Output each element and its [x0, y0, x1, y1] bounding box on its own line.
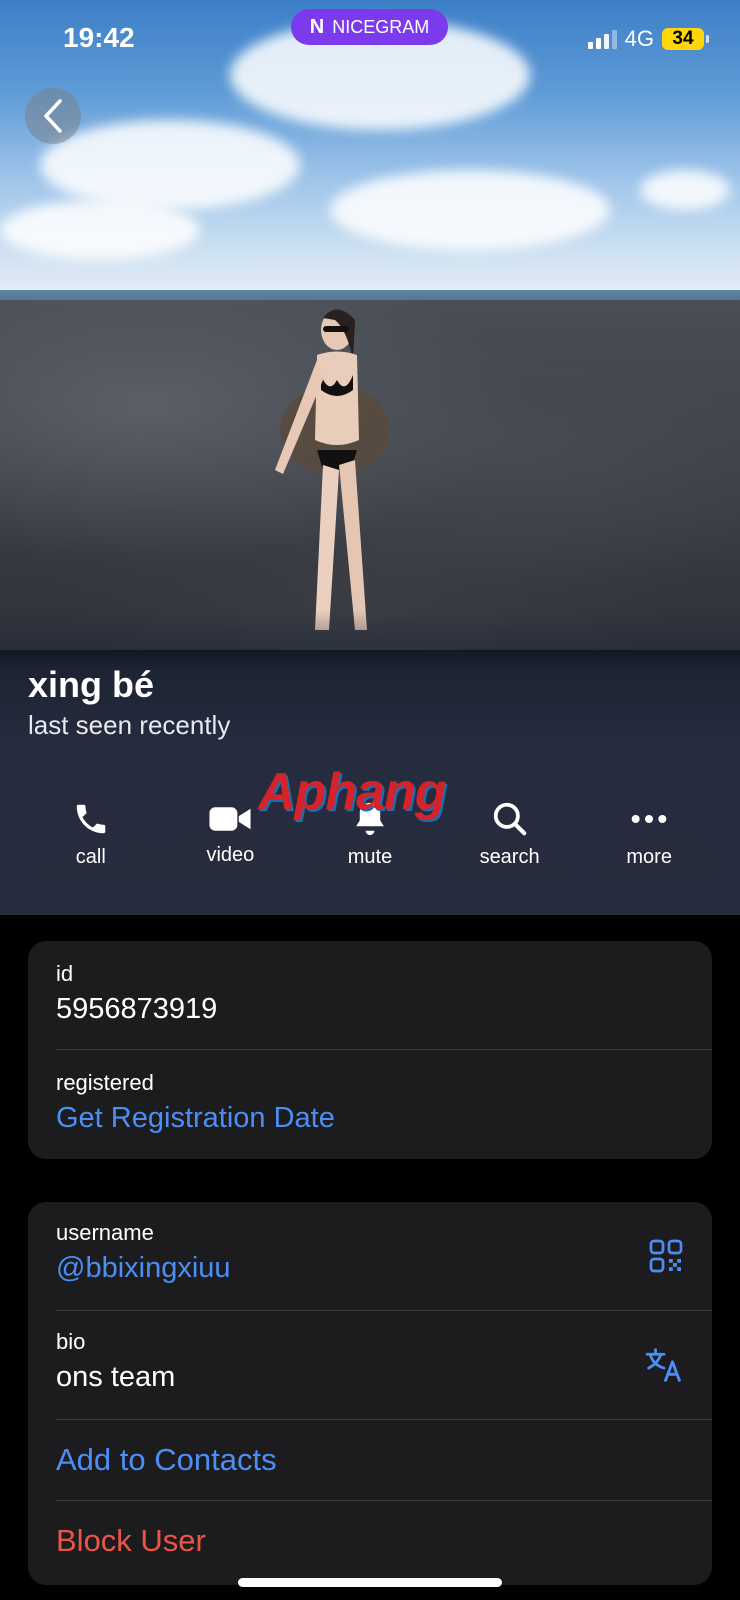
nicegram-badge-label: NICEGRAM: [332, 16, 430, 37]
block-user-row[interactable]: Block User: [28, 1501, 712, 1581]
more-label: more: [626, 845, 672, 868]
registered-label: registered: [56, 1070, 154, 1095]
add-to-contacts-row[interactable]: Add to Contacts: [28, 1420, 712, 1500]
cloud: [640, 170, 730, 210]
chevron-left-icon: [44, 99, 62, 133]
profile-name: xing bé: [28, 664, 155, 705]
status-indicators: 4G 34: [587, 26, 709, 52]
status-time: 19:42: [63, 22, 135, 53]
more-dots-icon: [631, 814, 667, 823]
add-to-contacts-button[interactable]: Add to Contacts: [56, 1442, 277, 1478]
video-label: video: [206, 843, 255, 866]
search-button[interactable]: search: [446, 782, 573, 886]
username-label: username: [56, 1220, 154, 1245]
cloud: [330, 170, 610, 250]
nicegram-badge[interactable]: N NICEGRAM: [291, 9, 448, 45]
signal-strength-icon: [587, 29, 617, 49]
battery-level: 34: [672, 28, 694, 49]
get-registration-date-link[interactable]: Get Registration Date: [56, 1102, 684, 1135]
translate-icon[interactable]: [644, 1346, 684, 1384]
watermark-logo: Aphang: [258, 763, 447, 821]
info-card: id 5956873919 registered Get Registratio…: [28, 941, 712, 1159]
registered-row[interactable]: registered Get Registration Date: [28, 1050, 712, 1159]
cloud: [40, 120, 300, 210]
video-camera-icon: [209, 806, 251, 831]
phone-icon: [76, 804, 106, 833]
username-value[interactable]: @bbixingxiuu: [56, 1252, 684, 1285]
bio-label: bio: [56, 1329, 86, 1354]
home-indicator[interactable]: [238, 1578, 502, 1587]
search-icon: [493, 802, 526, 835]
bio-row[interactable]: bio ons team: [28, 1311, 712, 1419]
battery-icon: 34: [662, 28, 709, 50]
profile-last-seen: last seen recently: [28, 710, 231, 740]
details-card: username @bbixingxiuu bio ons team Add t…: [28, 1202, 712, 1585]
call-label: call: [75, 845, 106, 868]
username-row[interactable]: username @bbixingxiuu: [28, 1202, 712, 1310]
call-button[interactable]: call: [28, 782, 154, 886]
back-button[interactable]: [25, 88, 81, 144]
mute-label: mute: [347, 845, 393, 868]
profile-photo-person: [275, 309, 390, 630]
cloud: [0, 200, 200, 260]
nicegram-logo-icon: N: [309, 15, 325, 38]
id-label: id: [56, 961, 74, 986]
bio-value: ons team: [56, 1361, 176, 1393]
more-button[interactable]: more: [586, 782, 712, 886]
profile-header: 19:42 N NICEGRAM 4G 34 xing bé last seen…: [0, 0, 740, 915]
block-user-button[interactable]: Block User: [56, 1523, 206, 1559]
id-row[interactable]: id 5956873919: [28, 941, 712, 1049]
qr-code-icon[interactable]: [648, 1238, 684, 1274]
search-label: search: [479, 845, 540, 868]
network-type: 4G: [624, 26, 654, 51]
id-value: 5956873919: [56, 993, 218, 1025]
